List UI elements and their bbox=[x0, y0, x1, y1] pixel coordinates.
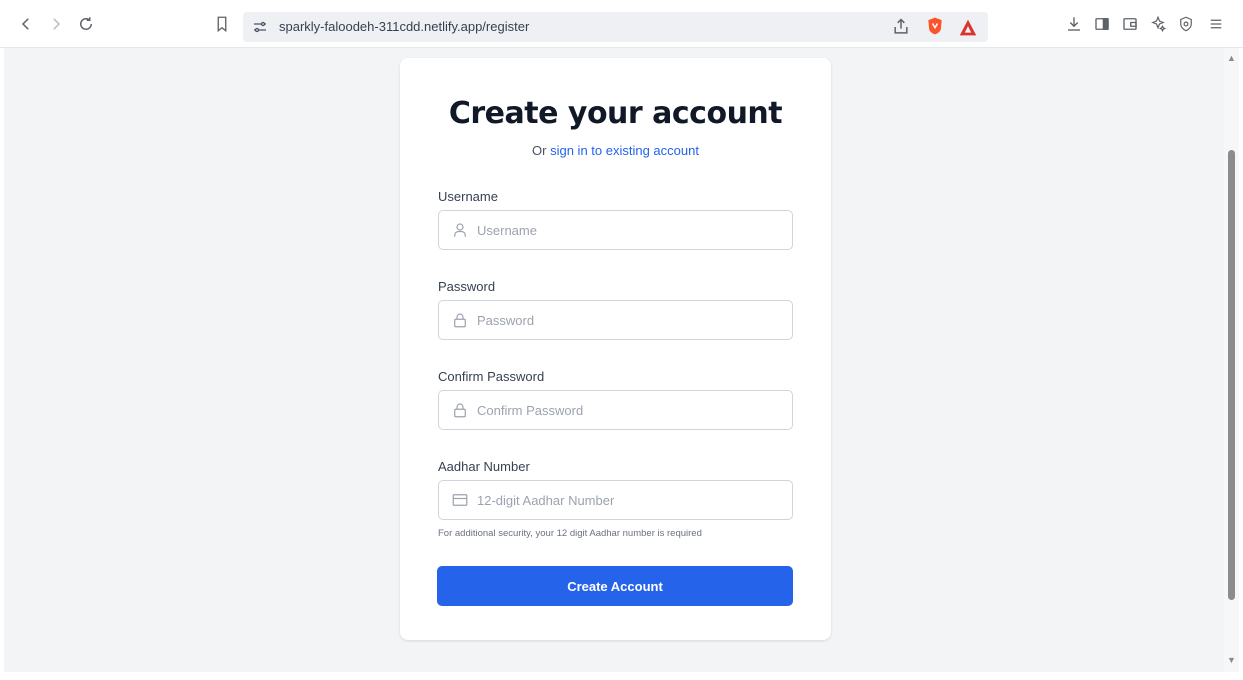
brave-rewards-icon[interactable] bbox=[957, 17, 979, 37]
subtitle: Or sign in to existing account bbox=[400, 143, 831, 158]
browser-toolbar: sparkly-faloodeh-311cdd.netlify.app/regi… bbox=[0, 0, 1243, 48]
scrollbar[interactable]: ▲ ▼ bbox=[1224, 48, 1239, 672]
subtitle-prefix: Or bbox=[532, 143, 551, 158]
address-bar[interactable]: sparkly-faloodeh-311cdd.netlify.app/regi… bbox=[243, 12, 988, 42]
menu-icon[interactable] bbox=[1204, 12, 1228, 36]
aadhar-input[interactable] bbox=[477, 481, 782, 519]
username-input[interactable] bbox=[477, 211, 782, 249]
signin-link[interactable]: sign in to existing account bbox=[550, 143, 699, 158]
username-label: Username bbox=[438, 189, 498, 204]
url-text[interactable]: sparkly-faloodeh-311cdd.netlify.app/regi… bbox=[279, 19, 529, 34]
username-field[interactable] bbox=[438, 210, 793, 250]
aadhar-help-text: For additional security, your 12 digit A… bbox=[438, 528, 702, 539]
lock-icon bbox=[451, 311, 469, 329]
bookmark-icon[interactable] bbox=[210, 12, 234, 36]
window-bottom-edge bbox=[0, 672, 1243, 680]
scroll-up-arrow-icon[interactable]: ▲ bbox=[1227, 54, 1236, 63]
site-settings-icon[interactable] bbox=[251, 18, 269, 36]
share-icon[interactable] bbox=[891, 17, 911, 37]
forward-icon[interactable] bbox=[44, 12, 68, 36]
scroll-down-arrow-icon[interactable]: ▼ bbox=[1227, 656, 1236, 665]
back-icon[interactable] bbox=[14, 12, 38, 36]
confirm-password-input[interactable] bbox=[477, 391, 782, 429]
reload-icon[interactable] bbox=[74, 12, 98, 36]
password-label: Password bbox=[438, 279, 496, 294]
page-title: Create your account bbox=[448, 96, 783, 131]
vpn-icon[interactable] bbox=[1174, 12, 1198, 36]
aadhar-field[interactable] bbox=[438, 480, 793, 520]
password-field[interactable] bbox=[438, 300, 793, 340]
brave-shield-icon[interactable] bbox=[925, 16, 945, 38]
wallet-icon[interactable] bbox=[1118, 12, 1142, 36]
download-icon[interactable] bbox=[1062, 12, 1086, 36]
create-account-button[interactable]: Create Account bbox=[437, 566, 793, 606]
register-card: Create your account Or sign in to existi… bbox=[400, 58, 831, 640]
leo-ai-icon[interactable] bbox=[1146, 12, 1170, 36]
user-icon bbox=[451, 221, 469, 239]
aadhar-label: Aadhar Number bbox=[438, 459, 530, 474]
scrollbar-thumb[interactable] bbox=[1228, 150, 1235, 600]
confirm-password-field[interactable] bbox=[438, 390, 793, 430]
id-card-icon bbox=[451, 491, 469, 509]
sidebar-icon[interactable] bbox=[1090, 12, 1114, 36]
lock-icon bbox=[451, 401, 469, 419]
password-input[interactable] bbox=[477, 301, 782, 339]
confirm-password-label: Confirm Password bbox=[438, 369, 545, 384]
